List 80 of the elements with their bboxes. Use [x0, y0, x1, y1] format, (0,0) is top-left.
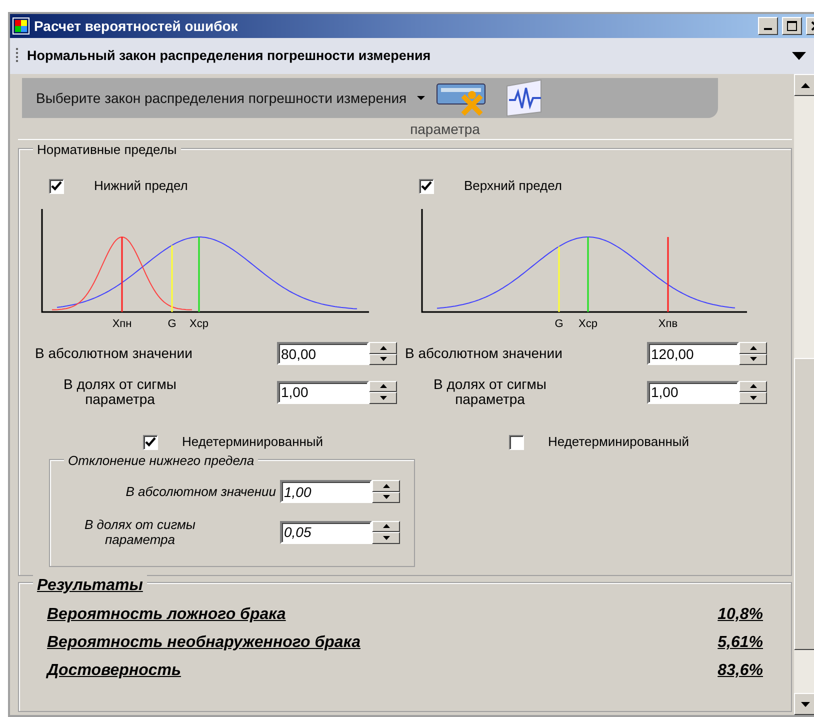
checkbox[interactable] [509, 434, 524, 450]
scroll-down-button[interactable] [794, 693, 814, 715]
caret-icon [416, 96, 425, 100]
checkbox[interactable] [143, 434, 158, 450]
up-arrow-icon [380, 384, 386, 388]
down-arrow-icon [750, 396, 756, 400]
up-arrow-icon [382, 484, 390, 488]
check-icon [51, 181, 62, 191]
spin-down-button[interactable] [369, 354, 397, 365]
up-arrow-icon [800, 82, 810, 88]
number-field[interactable]: 1,00 [647, 380, 739, 404]
result-value: 83,6% [718, 661, 763, 681]
dropdown-arrow-icon [792, 52, 806, 60]
spin-down-button[interactable] [372, 492, 400, 503]
spin-up-button[interactable] [372, 520, 400, 532]
check-icon [145, 437, 156, 447]
chart-label: Xср [578, 318, 598, 330]
scroll-up-button[interactable] [794, 74, 814, 96]
checkbox[interactable] [49, 178, 64, 194]
down-arrow-icon [382, 536, 390, 540]
maximize-icon [787, 21, 797, 31]
number-field[interactable]: 0,05 [280, 520, 372, 544]
up-arrow-icon [750, 384, 756, 388]
check-icon [421, 181, 432, 191]
spin-up-button[interactable] [739, 380, 767, 392]
number-field[interactable]: 1,00 [280, 480, 372, 503]
number-field[interactable]: 80,00 [277, 342, 369, 365]
checkbox-label: Верхний предел [464, 177, 562, 196]
maximize-button[interactable] [782, 17, 802, 35]
scroll-thumb[interactable] [794, 358, 814, 650]
result-label: Достоверность [47, 661, 182, 681]
field-label: В абсолютном значении [35, 344, 194, 363]
chart-label: Xср [190, 318, 208, 330]
partial-label: параметра [410, 122, 480, 139]
checkbox-label: Нижний предел [94, 177, 188, 196]
result-label: Вероятность ложного брака [47, 605, 286, 625]
spin-up-button[interactable] [739, 342, 767, 354]
checkbox[interactable] [419, 178, 434, 194]
chart-label: Xпв [658, 318, 678, 330]
dropdown-label: Выберите закон распределения погрешности измерения [36, 88, 407, 108]
window-title: Расчет вероятностей ошибок [34, 16, 239, 36]
checkbox-label: Недетерминированный [182, 433, 324, 452]
field-label: В абсолютном значении [124, 482, 277, 501]
toolbar-title: Нормальный закон распределения погрешности измерения [27, 46, 432, 65]
down-arrow-icon [800, 702, 810, 706]
marker-line [171, 245, 173, 312]
grip-icon [16, 48, 19, 64]
down-arrow-icon [380, 396, 386, 400]
field-label: В долях от сигмы параметра [84, 517, 196, 547]
result-value: 5,61% [718, 633, 763, 653]
up-arrow-icon [382, 524, 390, 528]
down-arrow-icon [380, 357, 386, 362]
spin-up-button[interactable] [369, 342, 397, 354]
down-arrow-icon [750, 357, 756, 362]
result-label: Вероятность необнаруженного брака [47, 633, 361, 653]
spin-down-button[interactable] [372, 532, 400, 544]
number-field[interactable]: 120,00 [647, 342, 739, 365]
field-label: В долях от сигмы параметра [62, 377, 178, 407]
up-arrow-icon [750, 346, 756, 350]
app-icon [12, 17, 30, 35]
checkbox-label: Недетерминированный [548, 433, 690, 452]
down-arrow-icon [382, 495, 390, 500]
spin-up-button[interactable] [372, 480, 400, 492]
field-label: В долях от сигмы параметра [432, 377, 548, 407]
number-field[interactable]: 1,00 [277, 380, 369, 404]
minimize-icon [764, 28, 772, 30]
marker-line [558, 246, 560, 312]
chart-label: G [168, 318, 176, 330]
spin-down-button[interactable] [739, 392, 767, 404]
scrollbar[interactable] [794, 74, 814, 715]
up-arrow-icon [380, 346, 386, 350]
dropdown-panel[interactable]: Выберите закон распределения погрешности измерения [22, 78, 718, 118]
minimize-button[interactable] [758, 17, 778, 35]
field-label: В абсолютном значении [405, 344, 564, 363]
spin-down-button[interactable] [739, 354, 767, 365]
spin-up-button[interactable] [369, 380, 397, 392]
chart-label: Xпн [112, 318, 132, 330]
chart-label: G [554, 318, 564, 330]
result-value: 10,8% [718, 605, 763, 625]
spin-down-button[interactable] [369, 392, 397, 404]
